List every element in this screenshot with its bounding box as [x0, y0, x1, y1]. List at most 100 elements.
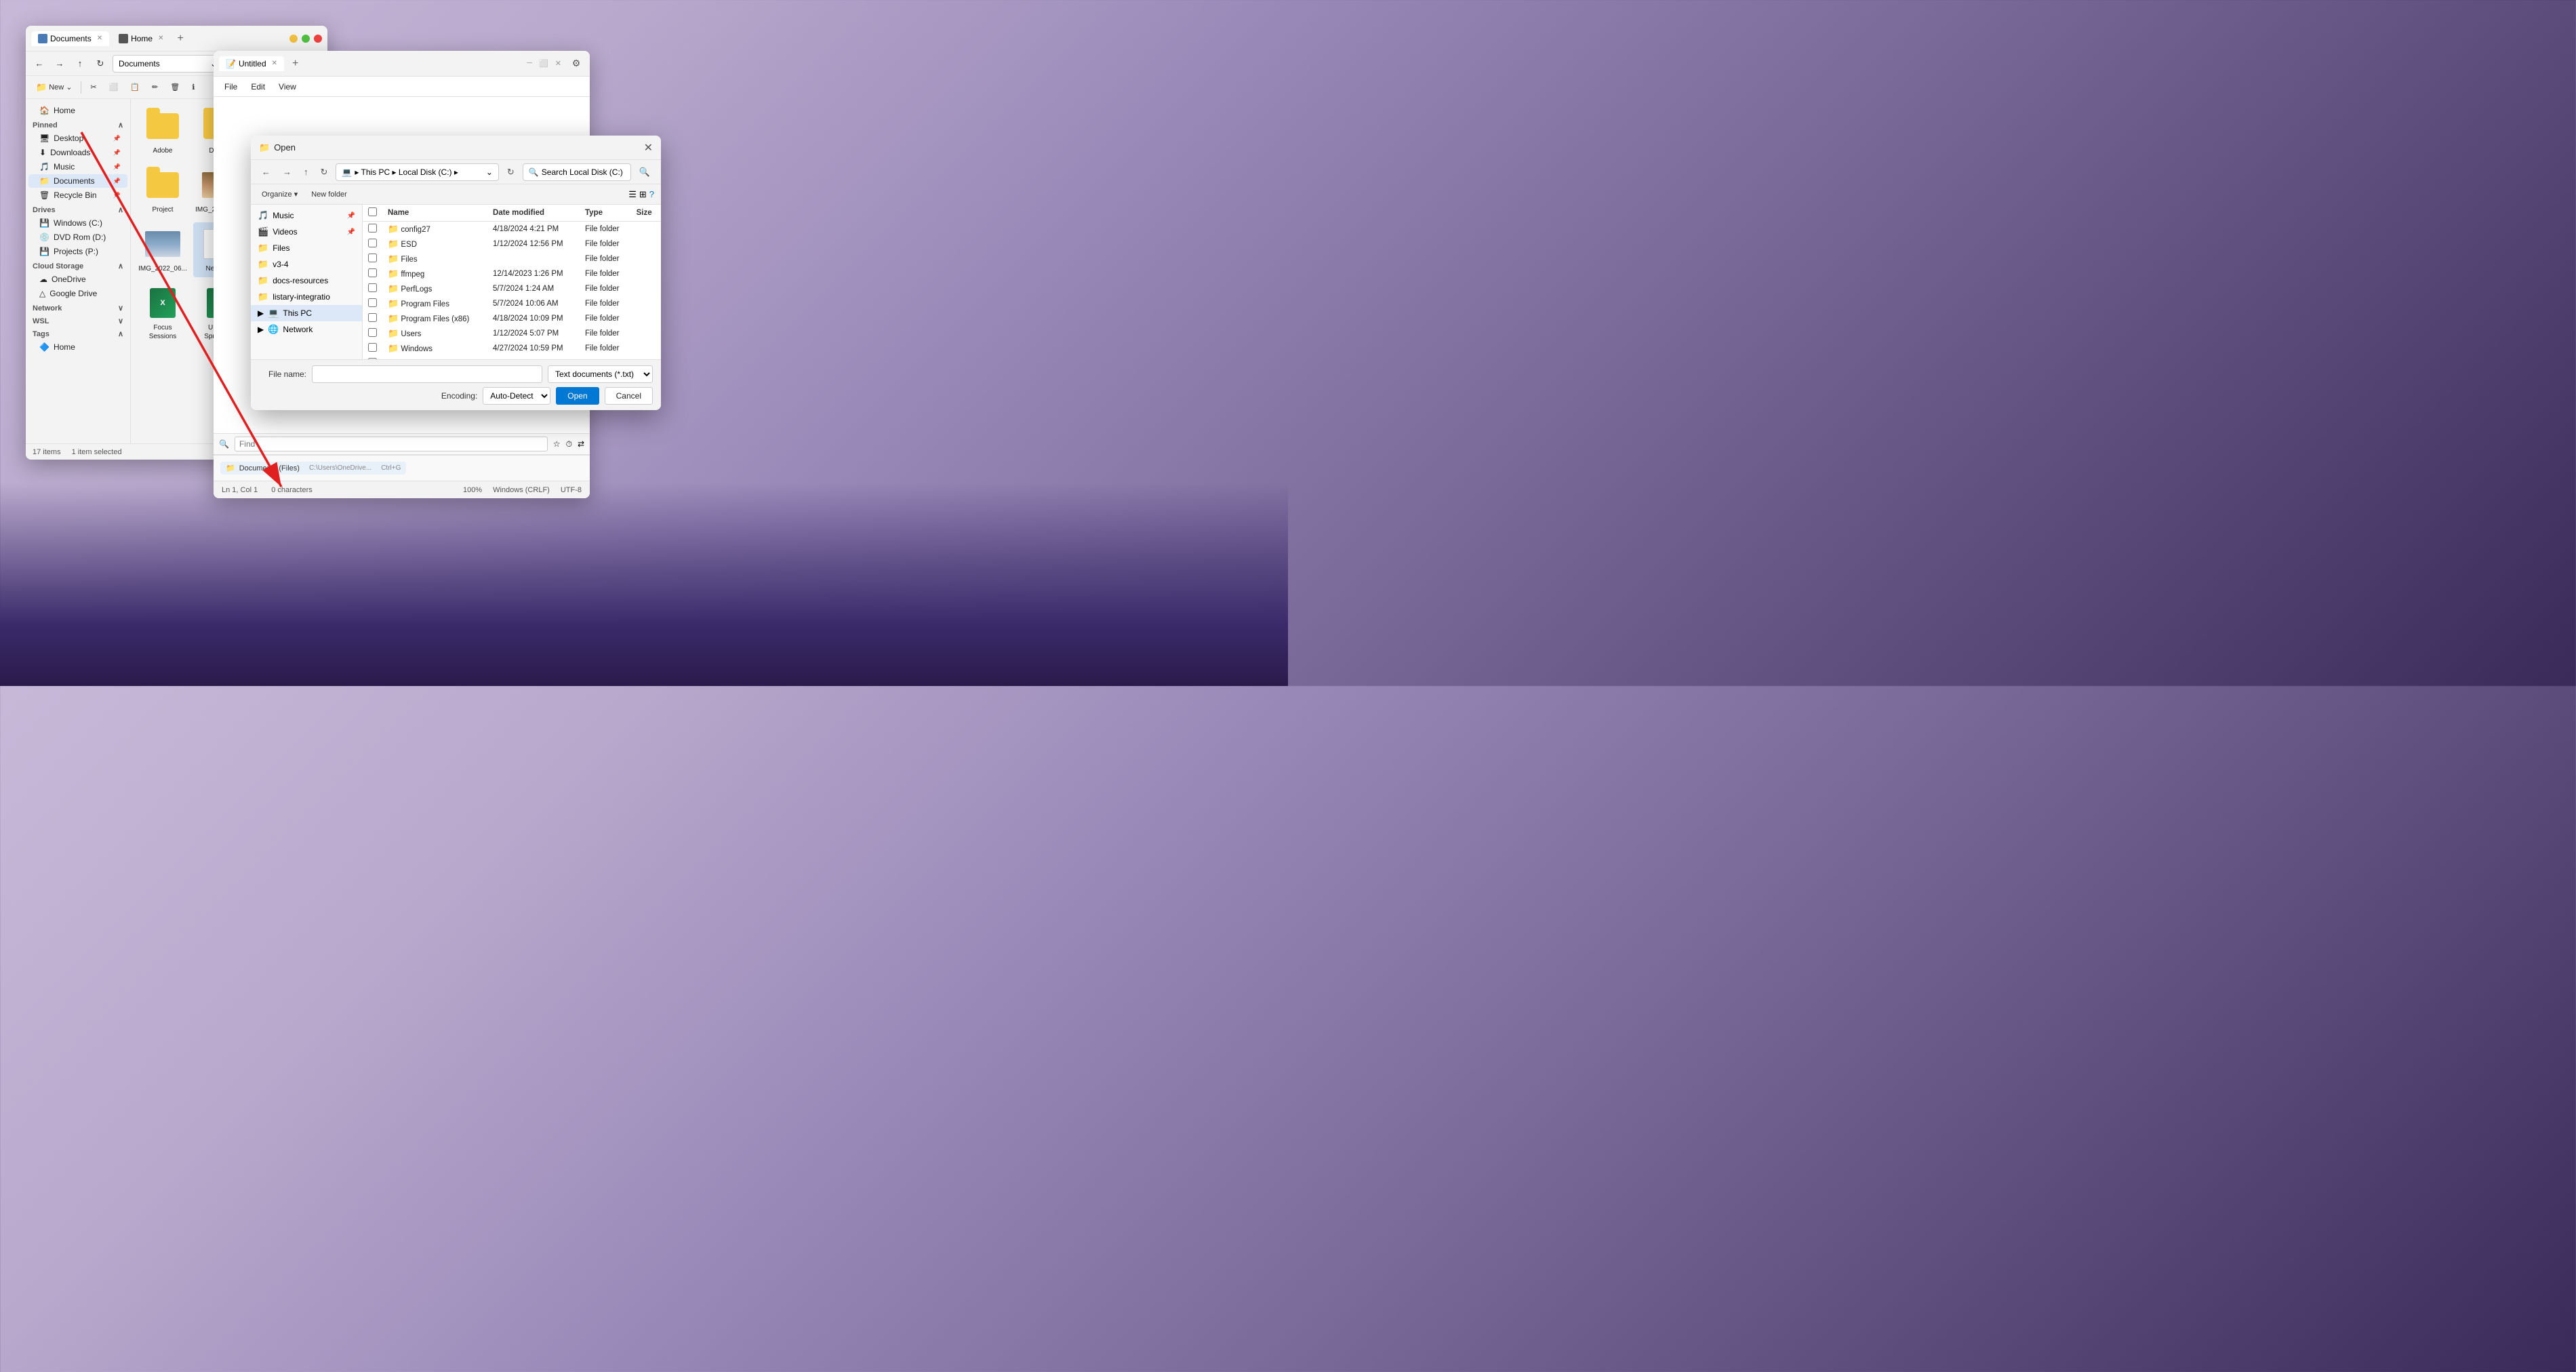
- list-view-button[interactable]: ☰: [628, 189, 637, 200]
- menu-file[interactable]: File: [218, 79, 244, 94]
- filetype-select[interactable]: Text documents (*.txt): [548, 365, 653, 383]
- notepad-tab-close[interactable]: ✕: [272, 60, 277, 67]
- file-checkbox-5[interactable]: [368, 298, 377, 307]
- sidebar-item-home[interactable]: 🏠 Home: [28, 104, 127, 117]
- star-icon[interactable]: ☆: [553, 439, 561, 449]
- sidebar-item-onedrive[interactable]: ☁ OneDrive: [28, 273, 127, 286]
- notepad-find-input[interactable]: [235, 437, 548, 451]
- file-item-project[interactable]: Project: [136, 163, 189, 218]
- file-table-row[interactable]: 📁 Users 1/12/2024 5:07 PM File folder: [363, 326, 661, 341]
- dialog-refresh2-button[interactable]: ↻: [503, 165, 519, 179]
- d-sidebar-v34[interactable]: 📁 v3-4: [251, 256, 362, 273]
- dialog-refresh-button[interactable]: ↻: [317, 165, 332, 179]
- back-button[interactable]: ←: [31, 56, 47, 72]
- tab-documents[interactable]: Documents ✕: [31, 31, 109, 46]
- file-checkbox-4[interactable]: [368, 283, 377, 292]
- file-table-row[interactable]: 📁 ESD 1/12/2024 12:56 PM File folder: [363, 237, 661, 251]
- copy-button[interactable]: ⬜: [104, 81, 123, 94]
- menu-view[interactable]: View: [272, 79, 303, 94]
- col-size[interactable]: Size: [631, 205, 661, 222]
- d-sidebar-files[interactable]: 📁 Files: [251, 240, 362, 256]
- file-checkbox-0[interactable]: [368, 224, 377, 233]
- sidebar-item-downloads[interactable]: ⬇ Downloads 📌: [28, 146, 127, 159]
- tab-home-close[interactable]: ✕: [158, 35, 163, 42]
- file-table-row[interactable]: 📁 Files File folder: [363, 251, 661, 266]
- d-sidebar-docs[interactable]: 📁 docs-resources: [251, 273, 362, 289]
- tab-documents-close[interactable]: ✕: [97, 35, 102, 42]
- up-button[interactable]: ↑: [72, 56, 88, 72]
- notepad-tab[interactable]: 📝 Untitled ✕: [219, 56, 284, 71]
- sidebar-section-network[interactable]: Network ∨: [26, 301, 130, 314]
- sidebar-section-drives[interactable]: Drives ∧: [26, 203, 130, 216]
- dialog-search-submit[interactable]: 🔍: [635, 165, 654, 179]
- file-checkbox-1[interactable]: [368, 239, 377, 247]
- open-button[interactable]: Open: [556, 387, 599, 405]
- dialog-address-bar[interactable]: 💻 ▸ This PC ▸ Local Disk (C:) ▸ ⌄: [336, 163, 499, 181]
- close-button-1[interactable]: [314, 35, 322, 43]
- sidebar-section-cloud[interactable]: Cloud Storage ∧: [26, 259, 130, 272]
- d-sidebar-thispc[interactable]: ▶ 💻 This PC: [251, 305, 362, 321]
- sidebar-item-googledrive[interactable]: △ Google Drive: [28, 287, 127, 300]
- notepad-restore-icon[interactable]: ─: [527, 59, 532, 68]
- col-name[interactable]: Name: [382, 205, 487, 222]
- file-table-row[interactable]: 📁 PerfLogs 5/7/2024 1:24 AM File folder: [363, 281, 661, 296]
- forward-button[interactable]: →: [52, 56, 68, 72]
- file-item-img3[interactable]: IMG_2022_06...: [136, 222, 189, 277]
- dialog-address-dropdown[interactable]: ⌄: [486, 167, 493, 177]
- quick-item-documents[interactable]: 📁 Documents (Files) C:\Users\OneDrive...…: [220, 462, 406, 475]
- sidebar-item-recyclebin[interactable]: 🗑 Recycle Bin 📌: [28, 188, 127, 202]
- tab-home[interactable]: Home ✕: [112, 31, 170, 46]
- file-item-adobe[interactable]: Adobe: [136, 104, 189, 159]
- paste-button[interactable]: 📋: [125, 81, 144, 94]
- dialog-forward-button[interactable]: →: [279, 165, 296, 178]
- sidebar-section-pinned[interactable]: Pinned ∧: [26, 118, 130, 131]
- sidebar-item-dvd-d[interactable]: 💿 DVD Rom (D:): [28, 230, 127, 244]
- file-table-row[interactable]: 📁 ffmpeg 12/14/2023 1:26 PM File folder: [363, 266, 661, 281]
- file-checkbox-7[interactable]: [368, 328, 377, 337]
- sidebar-item-desktop[interactable]: 🖥 Desktop 📌: [28, 132, 127, 145]
- sidebar-item-windows-c[interactable]: 💾 Windows (C:): [28, 216, 127, 230]
- menu-edit[interactable]: Edit: [244, 79, 272, 94]
- sidebar-item-documents[interactable]: 📁 Documents 📌: [28, 174, 127, 188]
- info-button[interactable]: ℹ: [187, 81, 199, 94]
- select-all-checkbox[interactable]: [368, 207, 377, 216]
- file-item-focus[interactable]: X Focus Sessions: [136, 281, 189, 345]
- col-date[interactable]: Date modified: [487, 205, 580, 222]
- sidebar-item-projects-p[interactable]: 💾 Projects (P:): [28, 245, 127, 258]
- shuffle-icon[interactable]: ⇄: [578, 439, 584, 449]
- new-tab-button[interactable]: +: [174, 31, 188, 46]
- cancel-button[interactable]: Cancel: [605, 387, 653, 405]
- delete-button[interactable]: 🗑: [165, 81, 184, 94]
- sidebar-section-tags[interactable]: Tags ∧: [26, 327, 130, 340]
- address-bar[interactable]: Documents ⌄: [113, 55, 223, 73]
- dialog-search-box[interactable]: 🔍 Search Local Disk (C:): [523, 163, 631, 181]
- grid-view-button[interactable]: ⊞: [639, 189, 647, 200]
- encoding-select[interactable]: Auto-Detect: [483, 387, 550, 405]
- file-table-row[interactable]: 📁 Program Files 5/7/2024 10:06 AM File f…: [363, 296, 661, 311]
- notepad-settings-button[interactable]: ⚙: [568, 56, 584, 72]
- file-table-row[interactable]: 📁 Windows 4/27/2024 10:59 PM File folder: [363, 341, 661, 356]
- col-check[interactable]: [363, 205, 382, 222]
- dialog-up-button[interactable]: ↑: [300, 165, 313, 178]
- help-button[interactable]: ?: [649, 189, 654, 200]
- new-folder-button[interactable]: New folder: [307, 189, 351, 200]
- cut-button[interactable]: ✂: [85, 81, 101, 94]
- filename-input[interactable]: [312, 365, 542, 383]
- d-sidebar-music[interactable]: 🎵 Music 📌: [251, 207, 362, 224]
- history-icon[interactable]: ⏱: [566, 439, 572, 449]
- file-checkbox-2[interactable]: [368, 254, 377, 262]
- maximize-button-1[interactable]: [302, 35, 310, 43]
- file-table-row[interactable]: 📁 config27 4/18/2024 4:21 PM File folder: [363, 222, 661, 237]
- organize-button[interactable]: Organize ▾: [258, 188, 302, 200]
- notepad-maximize-icon[interactable]: ⬜: [539, 59, 548, 68]
- rename-button[interactable]: ✏: [147, 81, 163, 94]
- file-checkbox-3[interactable]: [368, 268, 377, 277]
- file-checkbox-8[interactable]: [368, 343, 377, 352]
- refresh-button[interactable]: ↻: [92, 56, 108, 72]
- file-table-row[interactable]: 📁 Program Files (x86) 4/18/2024 10:09 PM…: [363, 311, 661, 326]
- d-sidebar-listary[interactable]: 📁 listary-integratio: [251, 289, 362, 305]
- notepad-close-icon[interactable]: ✕: [555, 59, 561, 68]
- d-sidebar-network[interactable]: ▶ 🌐 Network: [251, 321, 362, 338]
- d-sidebar-videos[interactable]: 🎬 Videos 📌: [251, 224, 362, 240]
- minimize-button-1[interactable]: [289, 35, 298, 43]
